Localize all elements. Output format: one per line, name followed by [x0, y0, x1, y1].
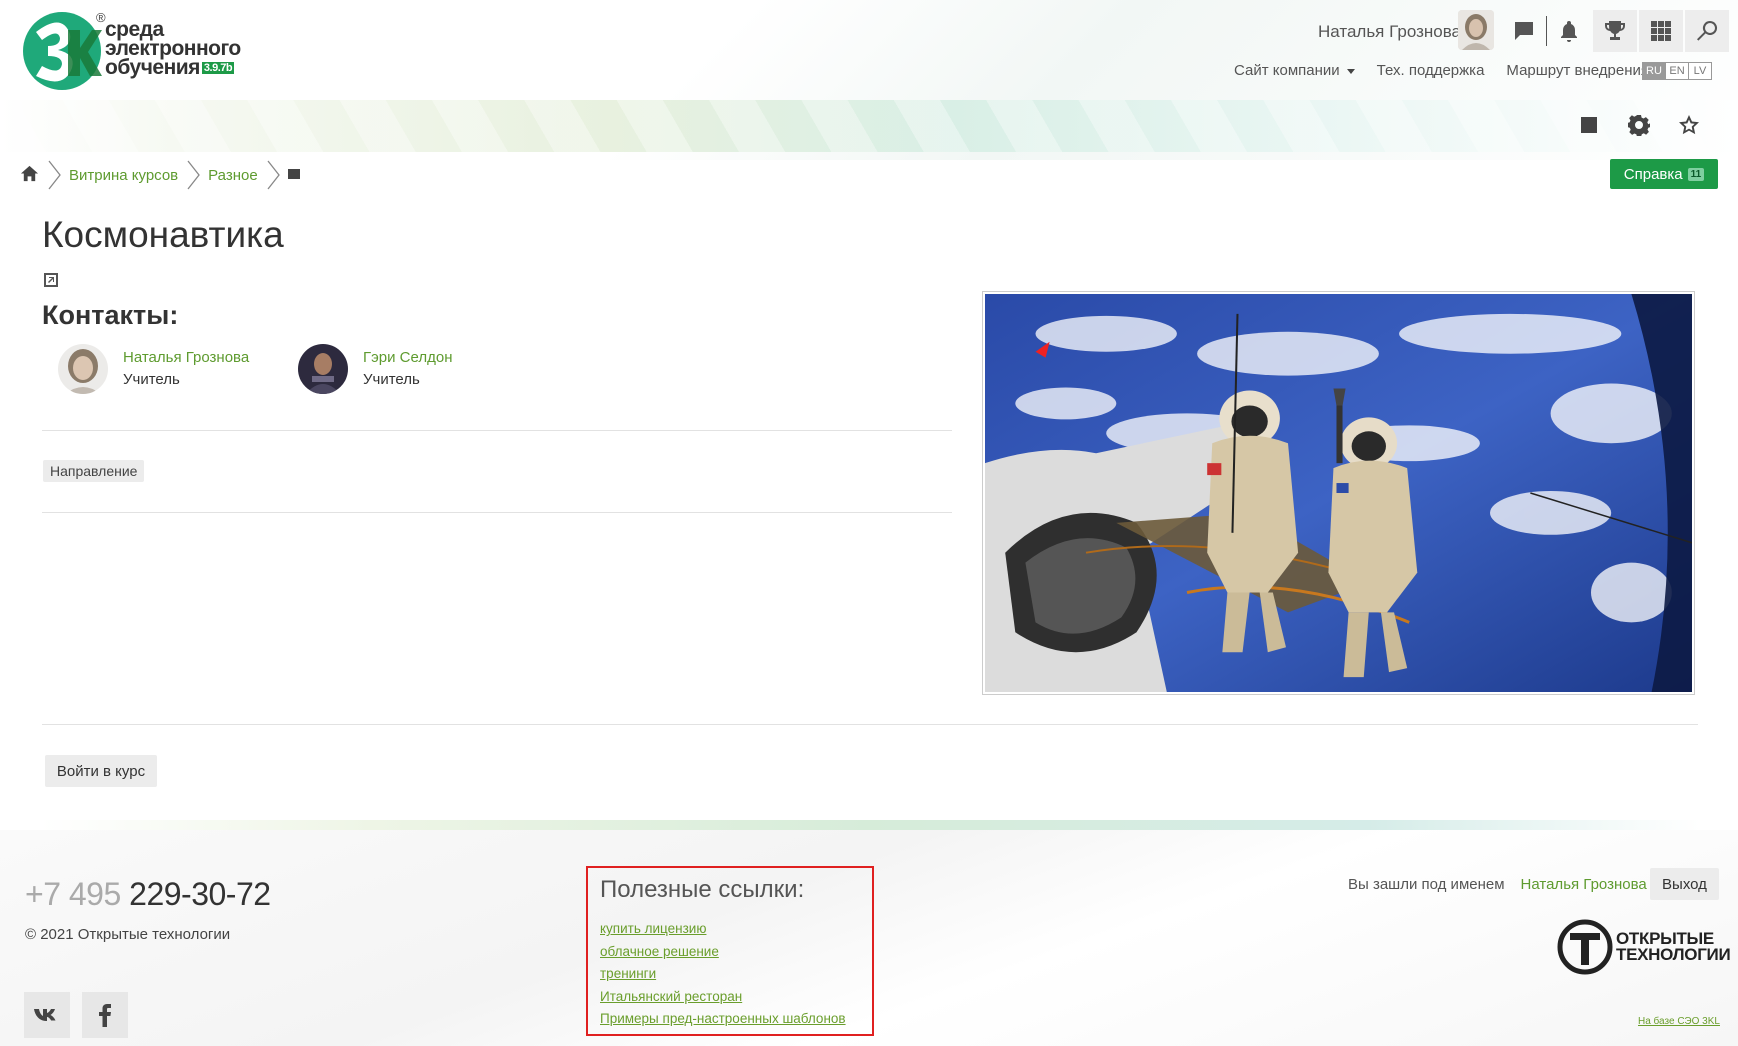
- logo-3k-icon: [23, 12, 102, 90]
- useful-links-title: Полезные ссылки:: [600, 876, 805, 903]
- avatar-male-icon: [298, 344, 348, 394]
- logged-in-info: Вы зашли под именем Наталья Грознова: [1348, 876, 1647, 893]
- contact-avatar[interactable]: [58, 344, 108, 394]
- divider: [42, 512, 952, 513]
- course-list-icon: [287, 168, 300, 179]
- help-badge: 11: [1687, 167, 1705, 181]
- route-link[interactable]: Маршрут внедрения: [1506, 62, 1649, 79]
- footer-decorative-band: [40, 820, 1700, 830]
- bell-icon: [1561, 21, 1577, 42]
- social-links: [24, 992, 128, 1038]
- lang-lv[interactable]: LV: [1688, 62, 1712, 80]
- achievements-button[interactable]: [1593, 10, 1637, 52]
- copyright: © 2021 Открытые технологии: [25, 926, 231, 943]
- header-icons: [1502, 10, 1729, 52]
- home-icon: [20, 165, 39, 181]
- link-buy-license[interactable]: купить лицензию: [600, 918, 860, 941]
- breadcrumb-misc[interactable]: Разное: [208, 167, 258, 184]
- apps-grid-button[interactable]: [1639, 10, 1683, 52]
- star-outline-icon: [1679, 115, 1699, 135]
- header-user-name[interactable]: Наталья Грознова: [1318, 22, 1461, 42]
- trophy-icon: [1605, 21, 1625, 40]
- ot-logo-icon: [1557, 919, 1613, 975]
- gear-icon: [1627, 115, 1651, 137]
- contact-card: Наталья Грознова Учитель: [58, 344, 249, 394]
- link-template-examples[interactable]: Примеры пред-настроенных шаблонов: [600, 1008, 860, 1031]
- page-title: Космонавтика: [42, 214, 284, 255]
- breadcrumb: Витрина курсов Разное: [20, 160, 300, 190]
- phone-number: 229-30-72: [129, 876, 271, 912]
- avatar-female-icon: [58, 344, 108, 394]
- site-logo[interactable]: ® среда электронного обучения 3.9.7b: [22, 10, 242, 92]
- lang-en[interactable]: EN: [1665, 62, 1689, 80]
- search-button[interactable]: [1685, 10, 1729, 52]
- based-on-link[interactable]: На базе СЭО 3KL: [1638, 1016, 1720, 1027]
- breadcrumb-showcase[interactable]: Витрина курсов: [69, 167, 178, 184]
- logo-version-badge: 3.9.7b: [201, 62, 235, 75]
- settings-button[interactable]: [1627, 114, 1651, 141]
- contact-avatar[interactable]: [298, 344, 348, 394]
- contact-role: Учитель: [123, 371, 180, 388]
- logged-as-label: Вы зашли под именем: [1348, 876, 1505, 893]
- header-avatar[interactable]: [1458, 10, 1494, 50]
- breadcrumb-current-course[interactable]: [287, 167, 300, 184]
- cosmonauts-spacewalk-image: [985, 294, 1692, 692]
- help-button[interactable]: Справка 11: [1610, 159, 1718, 189]
- facebook-icon: [99, 1004, 111, 1027]
- useful-links-box: Полезные ссылки: купить лицензию облачно…: [586, 866, 874, 1036]
- enter-course-button[interactable]: Войти в курс: [45, 755, 157, 787]
- divider: [42, 430, 952, 431]
- search-icon: [1697, 20, 1718, 41]
- divider: [42, 724, 1698, 725]
- contact-card: Гэри Селдон Учитель: [298, 344, 452, 394]
- contact-name[interactable]: Гэри Селдон: [363, 347, 452, 369]
- open-technologies-logo[interactable]: ОТКРЫТЫЕ ТЕХНОЛОГИИ: [1556, 918, 1731, 976]
- messages-button[interactable]: [1502, 10, 1546, 52]
- link-italian-restaurant[interactable]: Итальянский ресторан: [600, 986, 860, 1009]
- ot-logo-line-2: ТЕХНОЛОГИИ: [1616, 945, 1731, 964]
- support-link[interactable]: Тех. поддержка: [1377, 62, 1485, 79]
- vk-button[interactable]: [24, 992, 70, 1038]
- language-switcher: RU EN LV: [1642, 62, 1712, 80]
- link-cloud-solution[interactable]: облачное решение: [600, 941, 860, 964]
- course-image: [982, 291, 1695, 695]
- logo-line-3: обучения: [105, 56, 200, 79]
- vk-icon: [34, 1009, 56, 1021]
- edit-square-icon: [1581, 117, 1597, 133]
- breadcrumb-chevron-icon: [186, 160, 200, 190]
- contact-role: Учитель: [363, 371, 420, 388]
- avatar-female-icon: [1458, 10, 1494, 50]
- footer-phone[interactable]: +7 495 229-30-72: [25, 876, 271, 913]
- favorite-button[interactable]: [1678, 114, 1700, 141]
- contact-name[interactable]: Наталья Грознова: [123, 347, 249, 369]
- contacts-title: Контакты:: [42, 300, 179, 330]
- home-button[interactable]: [20, 164, 39, 187]
- caret-down-icon: [1346, 68, 1355, 74]
- logout-button[interactable]: Выход: [1650, 868, 1719, 900]
- chat-icon: [1515, 22, 1533, 40]
- breadcrumb-chevron-icon: [47, 160, 61, 190]
- logo-text: среда электронного обучения 3.9.7b: [105, 19, 241, 79]
- decorative-band: [0, 100, 1738, 152]
- edit-mode-button[interactable]: [1578, 114, 1600, 141]
- external-link-icon: [44, 273, 58, 287]
- logged-user-link[interactable]: Наталья Грознова: [1521, 876, 1647, 893]
- link-trainings[interactable]: тренинги: [600, 963, 860, 986]
- open-external-button[interactable]: [43, 272, 59, 288]
- breadcrumb-chevron-icon: [266, 160, 280, 190]
- page-action-icons: [1578, 114, 1700, 141]
- category-tag[interactable]: Направление: [43, 460, 145, 482]
- facebook-button[interactable]: [82, 992, 128, 1038]
- top-navigation: Сайт компании Тех. поддержка Маршрут вне…: [1234, 62, 1649, 79]
- phone-prefix: +7 495: [25, 876, 121, 912]
- grid-icon: [1651, 21, 1671, 41]
- company-site-dropdown[interactable]: Сайт компании: [1234, 62, 1355, 79]
- notifications-button[interactable]: [1547, 10, 1591, 52]
- lang-ru[interactable]: RU: [1642, 62, 1666, 80]
